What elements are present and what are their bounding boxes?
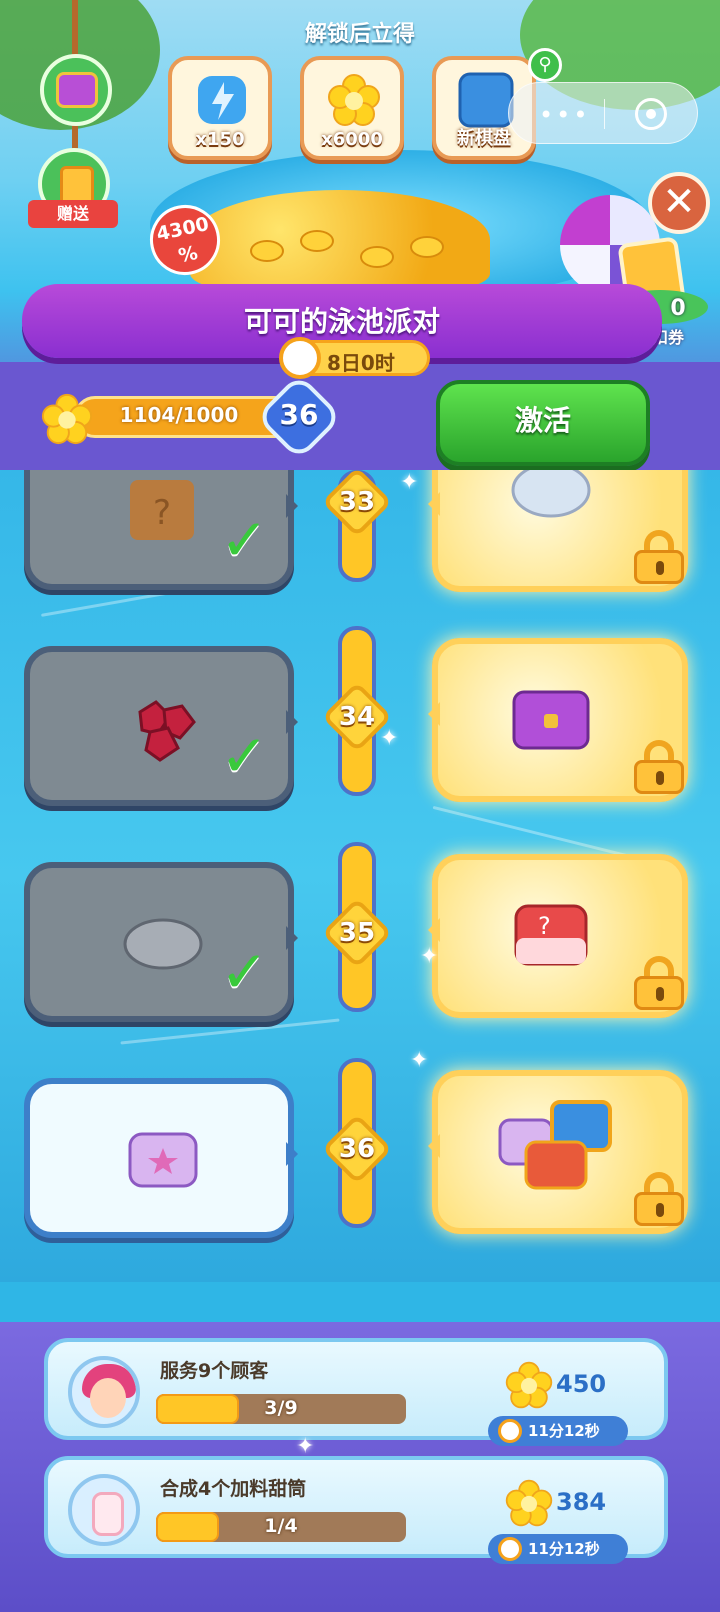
- level-marker: 33: [321, 470, 393, 538]
- claimed-check-icon: ✓: [220, 722, 269, 790]
- activate-button[interactable]: 激活: [436, 380, 650, 466]
- free-reward-card[interactable]: ✓: [24, 862, 298, 1022]
- reward-row: ✓ 34: [0, 586, 720, 806]
- progress-text: 1104/1000: [119, 403, 239, 427]
- claimed-check-icon: ✓: [220, 506, 269, 574]
- clock-icon: [279, 337, 321, 379]
- mystery-box-icon: ?: [130, 480, 194, 540]
- clock-icon: [498, 1419, 522, 1443]
- claimed-check-icon: ✓: [220, 938, 269, 1006]
- free-reward-card[interactable]: ? ✓: [24, 470, 298, 590]
- red-mystery-box-icon: ?: [514, 904, 588, 966]
- level-marker: 35: [321, 897, 393, 969]
- gift-label: 赠送: [28, 200, 118, 228]
- discount-badge-text: 4300 %: [154, 212, 211, 268]
- customer-avatar-icon: [68, 1356, 140, 1428]
- paid-reward-card[interactable]: [428, 1070, 688, 1234]
- task-timer-text: 11分12秒: [528, 1540, 600, 1558]
- purple-chest-icon: [512, 690, 590, 750]
- unlock-title: 解锁后立得: [304, 22, 415, 47]
- energy-icon: [198, 76, 246, 124]
- svg-text:?: ?: [538, 912, 551, 940]
- chest-bundle-icon: [498, 1100, 612, 1190]
- level-number: 36: [338, 1134, 376, 1164]
- paid-reward-card[interactable]: [428, 470, 688, 592]
- task-title: 服务9个顾客: [160, 1360, 269, 1382]
- task-timer: 11分12秒: [488, 1416, 628, 1446]
- free-reward-card[interactable]: ✓: [24, 646, 298, 806]
- task-reward-amount: 384: [556, 1488, 607, 1516]
- board-icon: [458, 72, 514, 128]
- lock-icon: [634, 1172, 684, 1226]
- unlock-reward-energy[interactable]: x150: [168, 56, 272, 160]
- task-card[interactable]: 合成4个加料甜筒 1/4 384 11分12秒: [44, 1456, 668, 1564]
- event-timer-text: 8日0时: [327, 351, 395, 375]
- clock-icon: [498, 1537, 522, 1561]
- reward-row: 36: [0, 1018, 720, 1238]
- reward-track-list[interactable]: ? ✓ 33 ✓ 34 ✓ 35 ? 36 ✦ ✦ ✦ ✦: [0, 470, 720, 1282]
- gold-pile-icon: [190, 190, 490, 290]
- reward-row: ✓ 35 ?: [0, 802, 720, 1022]
- svg-text:?: ?: [153, 493, 171, 533]
- more-icon[interactable]: •••: [539, 101, 590, 129]
- lock-icon: [634, 530, 684, 584]
- current-level: 36: [279, 398, 319, 431]
- mini-program-menu: •••: [508, 82, 698, 144]
- reward-row: ? ✓ 33: [0, 470, 720, 592]
- reward-label: x150: [195, 129, 245, 150]
- free-reward-card[interactable]: [24, 1078, 298, 1238]
- event-title: 可可的泳池派对: [243, 305, 440, 338]
- ruby-pile-icon: [138, 700, 196, 762]
- close-button[interactable]: ✕: [648, 172, 710, 234]
- unlock-reward-flower[interactable]: x6000: [300, 56, 404, 160]
- ice-cream-icon: [68, 1474, 140, 1546]
- paid-reward-card[interactable]: [428, 638, 688, 802]
- task-progress-text: 1/4: [264, 1515, 298, 1537]
- task-panel: 服务9个顾客 3/9 450 11分12秒 合成4个加料甜筒 1/4 384 1…: [0, 1322, 720, 1612]
- silver-shell-icon: [123, 918, 203, 970]
- flower-icon: [505, 1479, 553, 1527]
- close-mini-program-icon[interactable]: [635, 98, 667, 130]
- shell-icon: [511, 470, 591, 518]
- coupon-count: 0: [670, 296, 686, 321]
- task-progress-text: 3/9: [264, 1397, 298, 1419]
- task-reward-amount: 450: [556, 1370, 607, 1398]
- chest-icon: [56, 72, 98, 108]
- level-number: 35: [338, 918, 376, 948]
- magnify-icon[interactable]: ⚲: [528, 48, 562, 82]
- level-marker: 36: [321, 1113, 393, 1185]
- flower-icon: [328, 74, 380, 126]
- purple-chest-icon: [128, 1132, 198, 1188]
- task-card[interactable]: 服务9个顾客 3/9 450 11分12秒: [44, 1338, 668, 1446]
- flower-icon: [505, 1361, 553, 1409]
- paid-reward-card[interactable]: ?: [428, 854, 688, 1018]
- level-number: 33: [338, 487, 376, 517]
- chest-shop-button[interactable]: [40, 54, 112, 126]
- lock-icon: [634, 956, 684, 1010]
- task-timer: 11分12秒: [488, 1534, 628, 1564]
- task-title: 合成4个加料甜筒: [160, 1478, 307, 1500]
- lock-icon: [634, 740, 684, 794]
- event-timer: 8日0时: [279, 337, 430, 379]
- reward-label: x6000: [321, 129, 383, 150]
- task-timer-text: 11分12秒: [528, 1422, 600, 1440]
